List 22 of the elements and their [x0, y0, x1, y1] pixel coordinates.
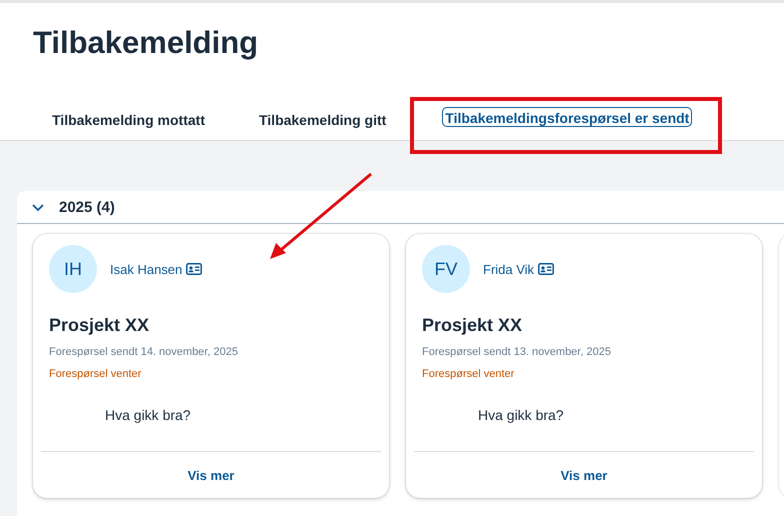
card-title: Prosjekt XX — [49, 315, 150, 336]
tab[interactable]: Tilbakemeldingsforespørsel er sendt — [442, 107, 692, 127]
tab[interactable]: Tilbakemelding gitt — [242, 107, 402, 129]
avatar: IH — [49, 245, 97, 293]
person-name[interactable]: Frida Vik — [483, 262, 534, 276]
show-more-button[interactable]: Vis mer — [556, 466, 612, 484]
contact-card-icon[interactable] — [538, 263, 554, 275]
question-text: Hva gikk bra? — [105, 407, 192, 423]
show-more-button[interactable]: Vis mer — [184, 466, 238, 484]
tab[interactable]: Tilbakemelding mottatt — [36, 107, 221, 129]
contact-card-icon[interactable] — [186, 263, 202, 275]
request-date: Forespørsel sendt 14. november, 2025 — [49, 346, 239, 358]
status-text: Forespørsel venter — [422, 368, 516, 380]
status-text: Forespørsel venter — [49, 368, 142, 380]
chevron-icon[interactable] — [31, 202, 45, 212]
page-title: Tilbakemelding — [32, 24, 260, 62]
question-text: Hva gikk bra? — [478, 407, 565, 423]
avatar: FV — [422, 245, 470, 293]
person-name[interactable]: Isak Hansen — [110, 262, 182, 276]
request-date: Forespørsel sendt 13. november, 2025 — [422, 346, 612, 358]
card-title: Prosjekt XX — [422, 315, 524, 336]
group-header: 2025 (4) — [59, 198, 115, 216]
